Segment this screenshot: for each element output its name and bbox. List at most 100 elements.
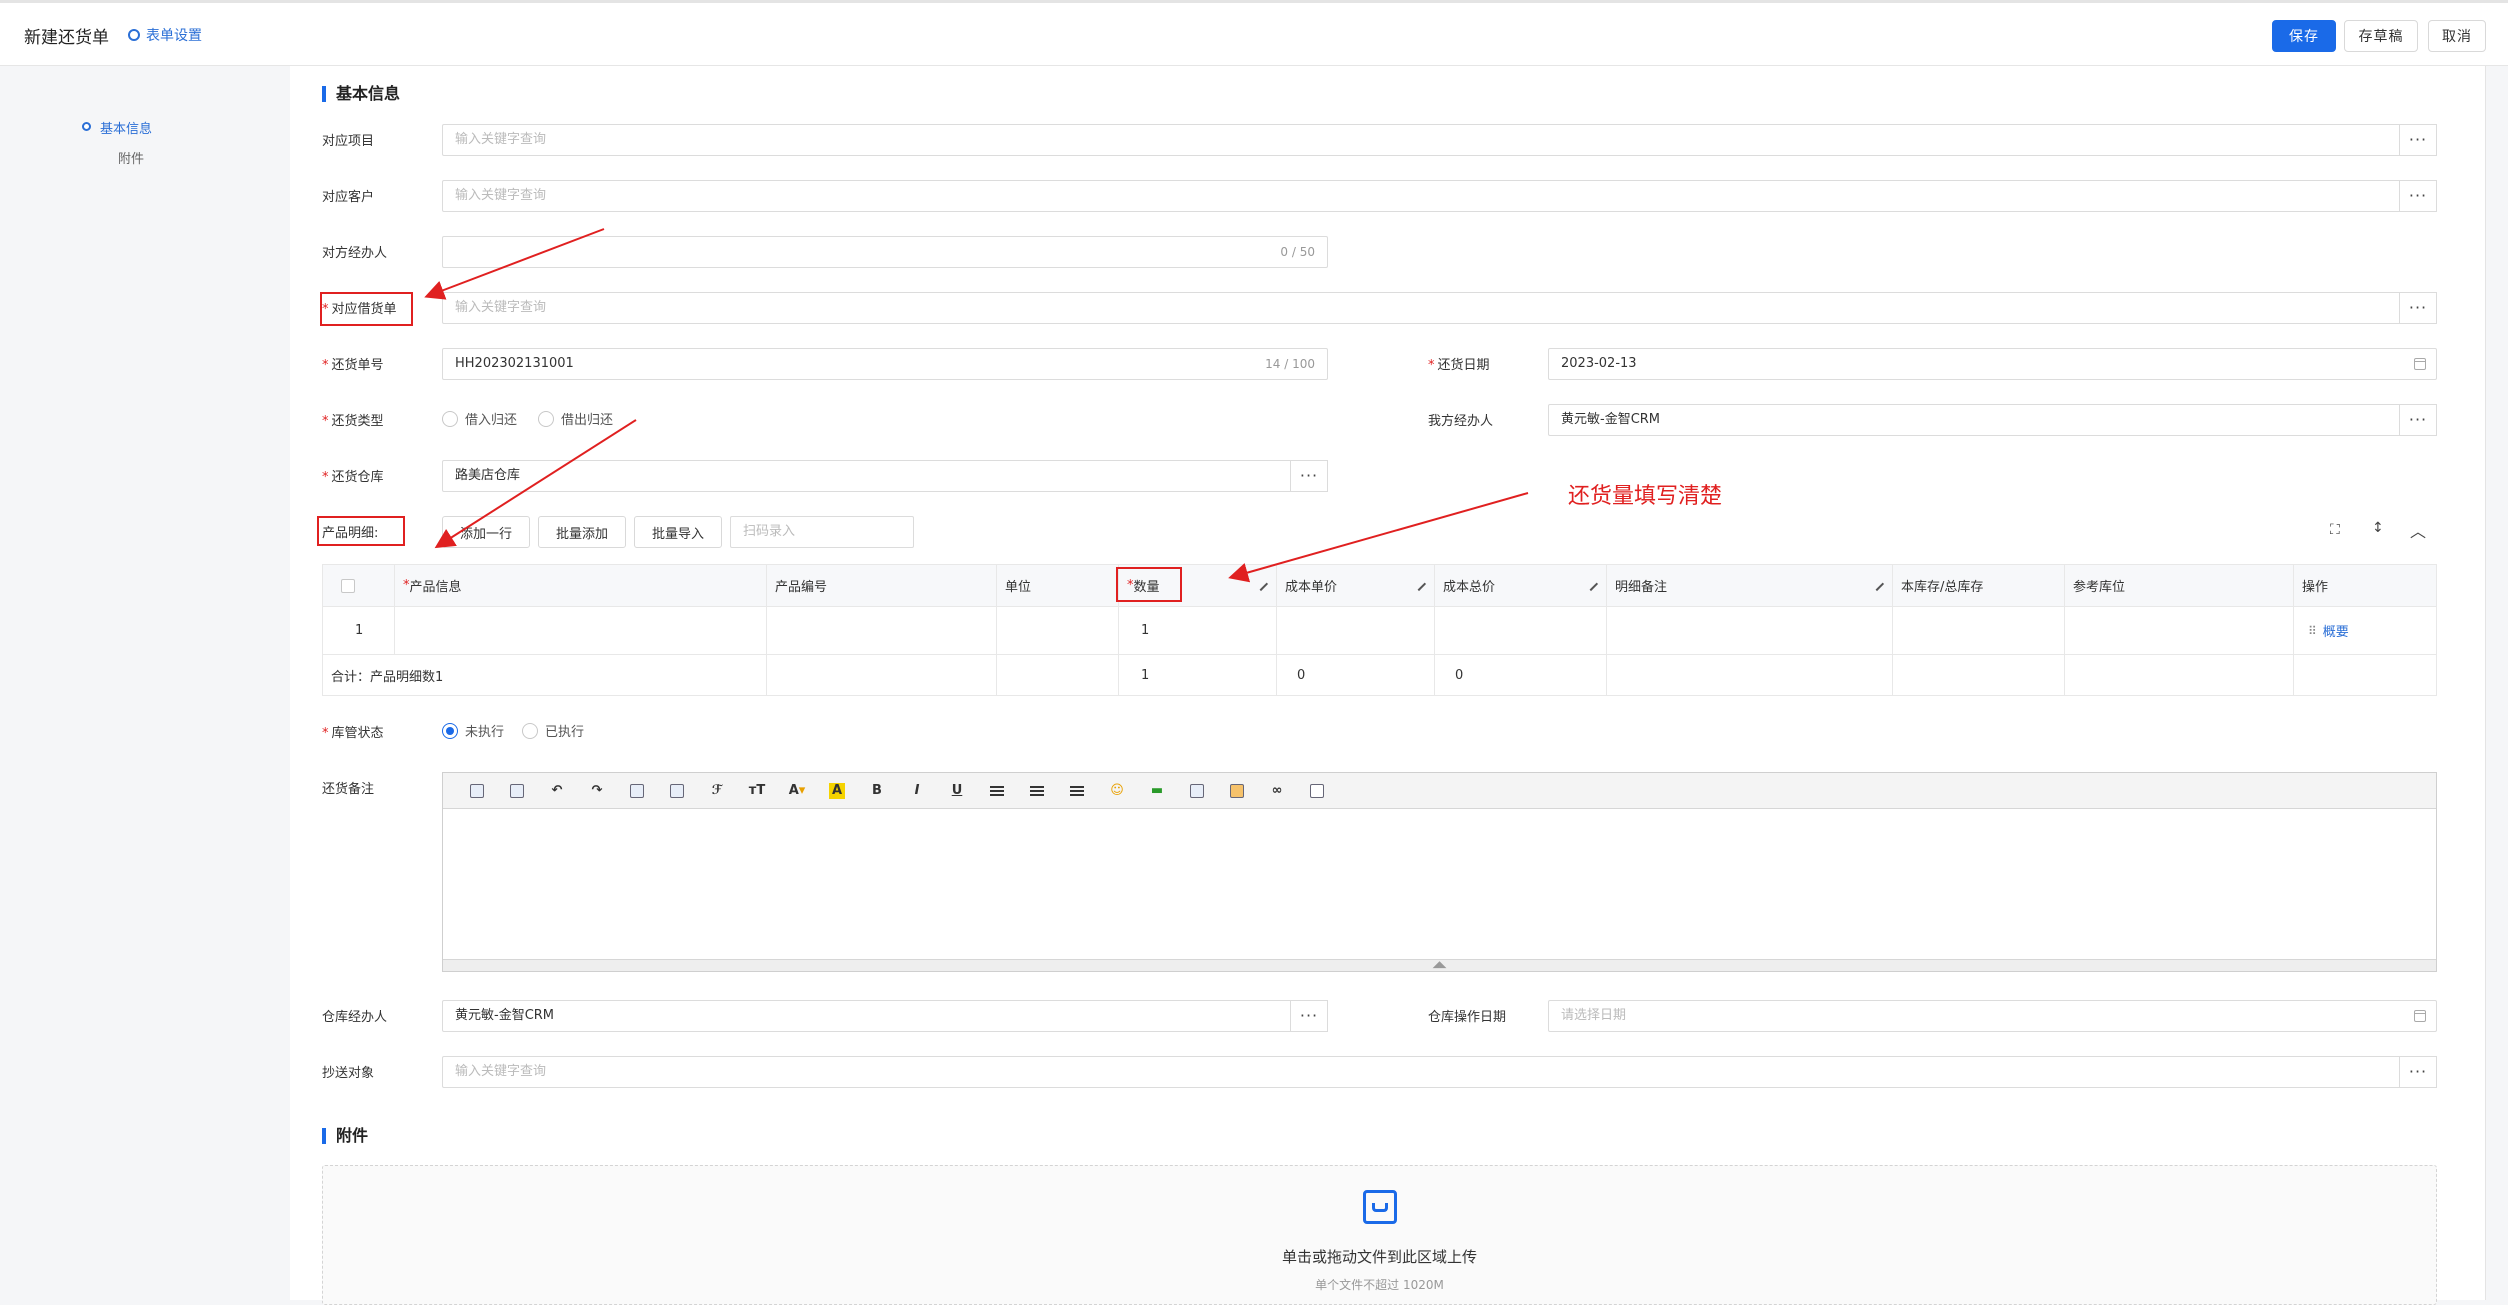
font-color-icon[interactable]: A ▾ [777,781,817,801]
checkbox-icon[interactable] [341,578,355,593]
resize-handle-icon[interactable]: ◢◣ [443,959,2436,971]
align-right-icon[interactable] [1057,781,1097,801]
edit-icon[interactable] [1583,576,1599,592]
insert-line-icon[interactable]: ▬ [1137,781,1177,801]
sidebar-item-label: 附件 [118,152,145,167]
project-input[interactable]: 输入关键字查询 ··· [442,124,2437,156]
section-title-attachment: 附件 [322,1128,368,1144]
summary-total-cost: 0 [1435,655,1607,695]
scan-input[interactable]: 扫码录入 [730,516,914,548]
borrow-order-input[interactable]: 输入关键字查询 ··· [442,292,2437,324]
cell-operation: ⠿ 概要 [2294,607,2438,654]
image-icon[interactable] [1217,781,1257,801]
table-summary-row: 合计：产品明细数1 1 0 0 [323,655,2436,695]
section-title-basic: 基本信息 [322,86,400,102]
cell-total-cost[interactable] [1435,607,1607,654]
counterpart-input[interactable]: 0 / 50 [442,236,1328,268]
underline-icon[interactable]: U [937,781,977,801]
more-icon[interactable]: ··· [2399,124,2437,156]
template-icon[interactable] [497,781,537,801]
more-icon[interactable]: ··· [2399,180,2437,212]
customer-input[interactable]: 输入关键字查询 ··· [442,180,2437,212]
radio-borrow-out-return[interactable]: 借出归还 [538,409,613,428]
editor-content[interactable] [443,809,2436,959]
warehouse-input[interactable]: 路美店仓库 ··· [442,460,1328,492]
return-no-value: HH202302131001 [455,356,574,371]
paste-icon[interactable] [617,781,657,801]
cancel-button[interactable]: 取消 [2428,20,2486,52]
edit-icon[interactable] [1869,576,1885,592]
save-draft-button[interactable]: 存草稿 [2344,20,2418,52]
our-handler-input[interactable]: 黄元敏-金智CRM ··· [1548,404,2437,436]
more-icon[interactable]: ··· [1290,1000,1328,1032]
col-label: 参考库位 [2073,580,2126,595]
maximize-icon[interactable] [1297,781,1337,801]
wh-date-picker[interactable]: 请选择日期 [1548,1000,2437,1032]
summary-unit-cost: 0 [1277,655,1435,695]
align-center-icon[interactable] [1017,781,1057,801]
more-icon[interactable]: ··· [2399,404,2437,436]
summary-link[interactable]: 概要 [2323,621,2349,640]
col-ref-location: 参考库位 [2065,565,2294,606]
batch-add-button[interactable]: 批量添加 [538,516,626,548]
select-all-cell[interactable] [323,565,395,606]
fullscreen-icon[interactable]: ⛶ [2330,522,2340,538]
char-counter: 0 / 50 [1280,245,1315,259]
sidebar: 基本信息 附件 [0,66,290,1300]
our-handler-value: 黄元敏-金智CRM [1561,412,1661,427]
edit-icon[interactable] [1411,576,1427,592]
radio-not-executed[interactable]: 未执行 [442,721,504,740]
inbox-icon [1363,1190,1397,1224]
cell-unit-cost[interactable] [1277,607,1435,654]
rich-text-editor[interactable]: ↶ ↷ ℱ тT A ▾ A B I U ☺ ▬ ∞ ◢◣ [442,772,2437,972]
sidebar-item-attachment[interactable]: 附件 [118,148,144,167]
add-row-button[interactable]: 添加一行 [442,516,530,548]
radio-executed[interactable]: 已执行 [522,721,584,740]
col-label: 成本总价 [1443,580,1496,595]
wh-handler-input[interactable]: 黄元敏-金智CRM ··· [442,1000,1328,1032]
chevron-up-icon[interactable]: ︿ [2410,518,2426,542]
more-icon[interactable]: ··· [2399,292,2437,324]
paste-text-icon[interactable] [657,781,697,801]
return-no-input[interactable]: HH202302131001 14 / 100 [442,348,1328,380]
bold-icon[interactable]: B [857,781,897,801]
more-icon[interactable]: ··· [2399,1056,2437,1088]
col-total-cost: 成本总价 [1435,565,1607,606]
return-date-label-text: 还货日期 [1437,358,1490,373]
our-handler-label: 我方经办人 [1428,414,1494,429]
wh-handler-label: 仓库经办人 [322,1010,388,1025]
font-size-icon[interactable]: тT [737,781,777,801]
more-icon[interactable]: ··· [1290,460,1328,492]
expand-vertical-icon[interactable]: ↕ [2372,520,2384,536]
cell-product-info[interactable] [395,607,767,654]
cell-quantity[interactable]: 1 [1119,607,1277,654]
cell-detail-remark[interactable] [1607,607,1893,654]
sidebar-item-basic-info[interactable]: 基本信息 [82,118,152,137]
batch-import-button[interactable]: 批量导入 [634,516,722,548]
source-icon[interactable] [457,781,497,801]
undo-icon[interactable]: ↶ [537,781,577,801]
radio-borrow-in-return[interactable]: 借入归还 [442,409,517,428]
summary-empty-cell [767,655,997,695]
cc-input[interactable]: 输入关键字查询 ··· [442,1056,2437,1088]
highlight-icon[interactable]: A [829,782,845,799]
align-left-icon[interactable] [977,781,1017,801]
radio-label: 借入归还 [465,413,518,428]
header-bar: 新建还货单 表单设置 保存 存草稿 取消 [0,0,2508,66]
form-settings-link[interactable]: 表单设置 [128,25,202,45]
link-icon[interactable]: ∞ [1257,781,1297,801]
redo-icon[interactable]: ↷ [577,781,617,801]
scrollbar[interactable] [2485,66,2508,1300]
save-button[interactable]: 保存 [2272,20,2336,52]
upload-dropzone[interactable]: 单击或拖动文件到此区域上传 单个文件不超过 1020M [322,1165,2437,1305]
italic-icon[interactable]: I [897,781,937,801]
col-label: 成本单价 [1285,580,1338,595]
font-family-icon[interactable]: ℱ [697,781,737,801]
table-icon[interactable] [1177,781,1217,801]
return-date-value: 2023-02-13 [1561,356,1637,371]
drag-handle-icon[interactable]: ⠿ [2308,624,2317,638]
cc-label: 抄送对象 [322,1066,375,1081]
return-date-picker[interactable]: 2023-02-13 [1548,348,2437,380]
emoji-icon[interactable]: ☺ [1097,781,1137,801]
edit-icon[interactable] [1253,576,1269,592]
